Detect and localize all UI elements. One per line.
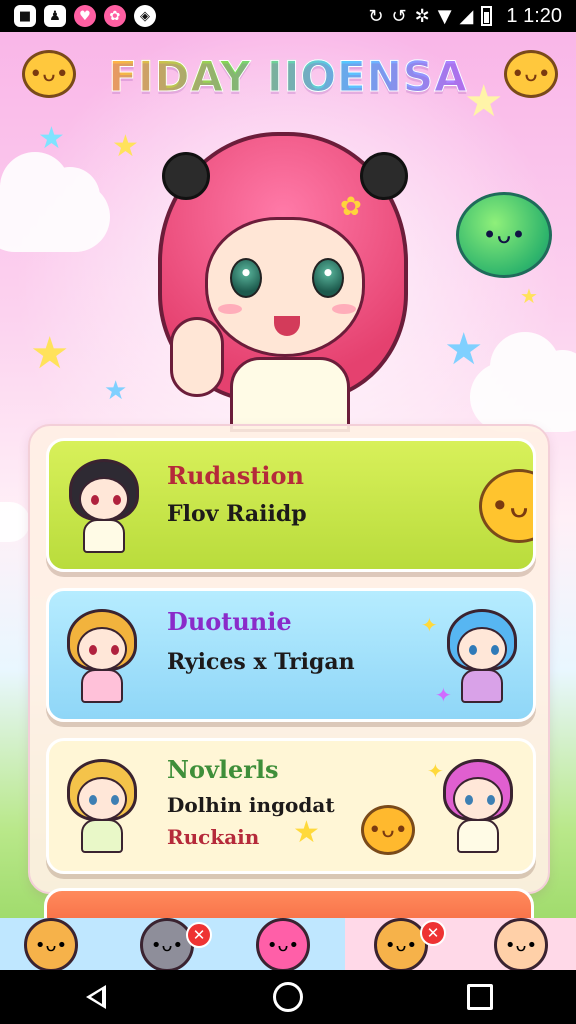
sync-icon: ↻: [368, 5, 384, 27]
star-icon: ★: [444, 324, 484, 375]
close-badge-icon[interactable]: ✕: [420, 920, 446, 946]
card-title: Novlerls: [167, 755, 279, 784]
navigation-bar: [0, 970, 576, 1024]
sparkle-icon: ✦: [421, 613, 438, 637]
close-badge-icon[interactable]: ✕: [186, 922, 212, 948]
character-icon[interactable]: •ᴗ•: [140, 918, 194, 970]
notification-game2-icon: ◈: [134, 5, 156, 27]
cloud-decoration: [0, 152, 110, 252]
avatar-face: [453, 777, 503, 821]
notification-icons: ■ ♟ ♥ ✿ ◈: [14, 5, 156, 27]
notification-square-icon: ■: [14, 5, 36, 27]
avatar-face: [79, 477, 129, 521]
star-icon: ★: [104, 376, 128, 406]
avatar-body: [81, 819, 123, 853]
avatar-body: [81, 669, 123, 703]
star-icon: ★: [38, 121, 65, 156]
flower-icon: ✿: [340, 192, 362, 222]
star-icon: ★: [112, 129, 139, 164]
avatar-body: [83, 519, 125, 553]
character-strip: •ᴗ• •ᴗ• ✕ •ᴗ• •ᴗ• ✕ •ᴗ•: [0, 918, 576, 970]
menu-card[interactable]: Novlerls Dolhin ingodat Ruckain ★ •ᴗ• ✦: [46, 738, 536, 874]
recents-icon: [467, 984, 493, 1010]
back-icon: [86, 985, 106, 1009]
menu-panel: Rudastion Flov Raiidp •ᴗ• Duotunie Ryice…: [28, 424, 550, 894]
hero-blush: [218, 304, 242, 314]
home-button[interactable]: [258, 975, 318, 1019]
card-avatar: [63, 759, 141, 855]
card-subtitle: Dolhin ingodat: [167, 793, 335, 817]
notification-heart-icon: ♥: [74, 5, 96, 27]
status-bar: ■ ♟ ♥ ✿ ◈ ↻ ↺ ✲ ▼ ◢ 1 1:20: [0, 0, 576, 32]
hero-eye: [230, 258, 262, 298]
green-creature-icon: •ᴗ•: [456, 192, 552, 278]
avatar-face: [457, 627, 507, 671]
hero-eye: [312, 258, 344, 298]
card-avatar: [65, 459, 143, 555]
card-avatar: [443, 609, 521, 705]
hero-mouth: [274, 316, 300, 336]
sync2-icon: ↺: [391, 5, 407, 27]
app-screen: ★ ★ ★ ★ ★ ★ ★ •ᴗ• •ᴗ• FIDAY IIOENSA •ᴗ• …: [0, 32, 576, 970]
card-title: Rudastion: [167, 461, 304, 490]
card-title: Duotunie: [167, 607, 292, 636]
star-icon: ★: [520, 284, 538, 308]
hair-bun: [162, 152, 210, 200]
hero-arm: [170, 317, 224, 397]
wifi-icon: ▼: [437, 5, 452, 27]
mascot-icon: •ᴗ•: [479, 469, 533, 543]
back-button[interactable]: [66, 975, 126, 1019]
avatar-body: [461, 669, 503, 703]
hero-body: [230, 357, 350, 432]
star-icon: ★: [293, 815, 320, 850]
character-icon[interactable]: •ᴗ•: [494, 918, 548, 970]
hair-bun: [360, 152, 408, 200]
recents-button[interactable]: [450, 975, 510, 1019]
avatar-body: [457, 819, 499, 853]
avatar-face: [77, 777, 127, 821]
battery-icon: [481, 6, 493, 26]
app-title: FIDAY IIOENSA: [0, 52, 576, 102]
menu-card[interactable]: Duotunie Ryices x Trigan ✦ ✦: [46, 588, 536, 722]
system-icons: ↻ ↺ ✲ ▼ ◢ 1 1:20: [368, 5, 562, 28]
menu-card[interactable]: Rudastion Flov Raiidp •ᴗ•: [46, 438, 536, 572]
card-subtitle: Ryices x Trigan: [167, 649, 355, 675]
avatar-face: [77, 627, 127, 671]
settings-icon: ✲: [414, 5, 430, 27]
card-subtitle-secondary: Ruckain: [167, 825, 260, 849]
hero-character: ✿: [150, 102, 420, 432]
notification-app-icon: ♟: [44, 5, 66, 27]
character-icon[interactable]: •ᴗ•: [374, 918, 428, 970]
hero-blush: [332, 304, 356, 314]
cloud-decoration: [470, 332, 576, 432]
notification-game-icon: ✿: [104, 5, 126, 27]
clock: 1 1:20: [506, 4, 562, 27]
star-icon: ★: [30, 328, 70, 379]
signal-icon: ◢: [459, 5, 474, 27]
card-avatar: [63, 609, 141, 705]
mascot-icon: •ᴗ•: [361, 805, 415, 855]
card-subtitle: Flov Raiidp: [167, 501, 307, 527]
hero-face: [205, 217, 365, 357]
home-icon: [273, 982, 303, 1012]
character-icon[interactable]: •ᴗ•: [256, 918, 310, 970]
character-icon[interactable]: •ᴗ•: [24, 918, 78, 970]
card-avatar: [439, 759, 517, 855]
